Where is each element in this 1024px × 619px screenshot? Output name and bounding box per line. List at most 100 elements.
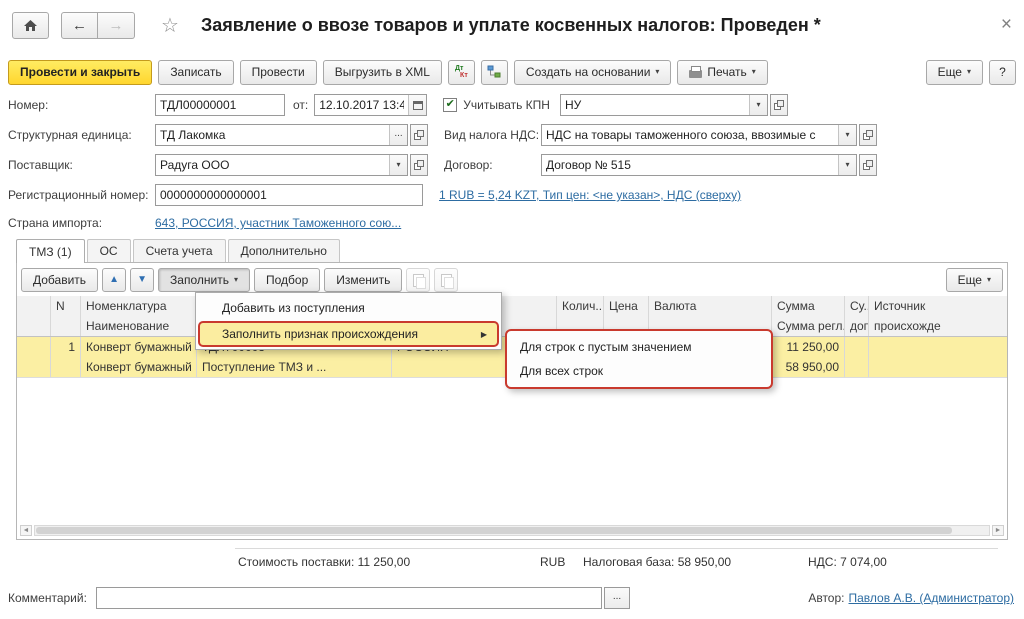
create-based-on-button[interactable]: Создать на основании▾ [514, 60, 672, 85]
application-window: ← → ☆ Заявление о ввозе товаров и уплате… [0, 0, 1024, 619]
cell-marker2[interactable] [17, 357, 51, 377]
cell-dop[interactable] [845, 357, 869, 377]
save-button[interactable]: Записать [158, 60, 233, 85]
move-up-button[interactable]: ▲ [102, 268, 126, 292]
supplier-input[interactable] [156, 155, 389, 175]
kpn-dropdown-button[interactable]: ▾ [749, 95, 767, 115]
menu-item-fill-origin[interactable]: Заполнить признак происхождения ▶ [198, 321, 499, 347]
author-link[interactable]: Павлов А.В. (Администратор) [849, 591, 1015, 605]
cell-marker[interactable] [17, 337, 51, 357]
comment-input[interactable] [97, 588, 601, 608]
chevron-down-icon: ▾ [752, 68, 756, 76]
cell-n2[interactable] [51, 357, 81, 377]
pick-button[interactable]: Подбор [254, 268, 320, 292]
vat-kind-open-button[interactable] [859, 124, 877, 146]
date-field[interactable] [314, 94, 427, 116]
favorites-star-icon[interactable]: ☆ [161, 13, 179, 38]
menu-item-label: Заполнить признак происхождения [222, 327, 418, 341]
grid-more-button[interactable]: Еще▾ [946, 268, 1003, 292]
submenu-item-empty-rows[interactable]: Для строк с пустым значением [507, 335, 771, 359]
help-button[interactable]: ? [989, 60, 1016, 85]
cell-sum-regl[interactable]: 58 950,00 [772, 357, 845, 377]
unit-input[interactable] [156, 125, 389, 145]
tab-accounts[interactable]: Счета учета [133, 239, 226, 262]
reg-number-field[interactable] [155, 184, 423, 206]
supplier-combo[interactable]: ▾ [155, 154, 408, 176]
tab-additional[interactable]: Дополнительно [228, 239, 340, 262]
more-button[interactable]: Еще▾ [926, 60, 983, 85]
vat-kind-dropdown-button[interactable]: ▾ [838, 125, 856, 145]
export-xml-button[interactable]: Выгрузить в XML [323, 60, 442, 85]
vat-kind-input[interactable] [542, 125, 838, 145]
kpn-type-combo[interactable]: ▾ [560, 94, 768, 116]
cell-source-b[interactable] [869, 357, 1007, 377]
cell-name[interactable]: Конверт бумажный [81, 357, 197, 377]
related-documents-button[interactable] [481, 60, 508, 85]
form-row-number: Номер: от: ✔ Учитывать КПН ▾ [8, 94, 1016, 116]
header-sum: Сумма [772, 296, 845, 316]
kpn-type-input[interactable] [561, 95, 749, 115]
scroll-right-button[interactable]: ► [992, 525, 1004, 536]
close-button[interactable]: × [1001, 14, 1012, 36]
post-button[interactable]: Провести [240, 60, 317, 85]
header-nomenclature: Номенклатура [81, 296, 197, 316]
fill-button[interactable]: Заполнить▾ [158, 268, 250, 292]
cell-su[interactable] [845, 337, 869, 357]
comment-field[interactable] [96, 587, 602, 609]
contract-input[interactable] [542, 155, 838, 175]
unit-select-button[interactable]: ... [389, 125, 407, 145]
tab-os[interactable]: ОС [87, 239, 131, 262]
kpn-checkbox[interactable]: ✔ [443, 98, 457, 112]
supplier-dropdown-button[interactable]: ▾ [389, 155, 407, 175]
scrollbar-track[interactable] [34, 525, 990, 536]
import-country-link[interactable]: 643, РОССИЯ, участник Таможенного сою... [155, 216, 401, 230]
tab-strip: ТМЗ (1) ОС Счета учета Дополнительно [16, 239, 340, 262]
add-row-button[interactable]: Добавить [21, 268, 98, 292]
comment-expand-button[interactable]: ... [604, 587, 630, 609]
copy-rows-button[interactable] [406, 268, 430, 292]
horizontal-scrollbar[interactable]: ◄ ► [20, 524, 1004, 537]
menu-item-add-from-receipt[interactable]: Добавить из поступления [198, 295, 499, 321]
form-row-reg-number: Регистрационный номер: 1 RUB = 5,24 KZT,… [8, 184, 1016, 206]
scroll-left-button[interactable]: ◄ [20, 525, 32, 536]
supplier-open-button[interactable] [410, 154, 428, 176]
cell-source[interactable] [869, 337, 1007, 357]
help-label: ? [999, 65, 1006, 79]
cell-sum[interactable]: 11 250,00 [772, 337, 845, 357]
export-xml-label: Выгрузить в XML [335, 65, 430, 79]
post-and-close-label: Провести и закрыть [20, 65, 140, 79]
scrollbar-thumb[interactable] [36, 527, 952, 534]
dtkt-button[interactable]: ДтКт [448, 60, 475, 85]
forward-button[interactable]: → [98, 12, 135, 39]
cell-n[interactable]: 1 [51, 337, 81, 357]
currency-code: RUB [540, 555, 565, 569]
kpn-open-button[interactable] [770, 94, 788, 116]
home-button[interactable] [12, 12, 49, 39]
tab-tmz[interactable]: ТМЗ (1) [16, 239, 85, 263]
paste-rows-button[interactable] [434, 268, 458, 292]
chevron-down-icon: ▾ [655, 68, 659, 76]
import-country-label: Страна импорта: [8, 216, 155, 230]
print-button[interactable]: Печать▾ [677, 60, 767, 85]
post-and-close-button[interactable]: Провести и закрыть [8, 60, 152, 85]
cell-doc2[interactable]: Поступление ТМЗ и ... [197, 357, 392, 377]
number-field[interactable] [155, 94, 285, 116]
submenu-item-all-rows[interactable]: Для всех строк [507, 359, 771, 383]
number-input[interactable] [156, 95, 284, 115]
header-source2: происхожде [869, 316, 1007, 336]
reg-number-input[interactable] [156, 185, 422, 205]
calendar-button[interactable] [408, 95, 426, 115]
contract-dropdown-button[interactable]: ▾ [838, 155, 856, 175]
vat-kind-combo[interactable]: ▾ [541, 124, 857, 146]
exchange-rate-link[interactable]: 1 RUB = 5,24 KZT, Тип цен: <не указан>, … [439, 188, 741, 202]
move-down-button[interactable]: ▼ [130, 268, 154, 292]
date-input[interactable] [315, 95, 408, 115]
unit-field[interactable]: ... [155, 124, 408, 146]
change-button[interactable]: Изменить [324, 268, 402, 292]
grid-toolbar: Добавить ▲ ▼ Заполнить▾ Подбор Изменить … [21, 267, 1003, 293]
unit-open-button[interactable] [410, 124, 428, 146]
contract-combo[interactable]: ▾ [541, 154, 857, 176]
cell-nomenclature[interactable]: Конверт бумажный [81, 337, 197, 357]
back-button[interactable]: ← [61, 12, 98, 39]
contract-open-button[interactable] [859, 154, 877, 176]
